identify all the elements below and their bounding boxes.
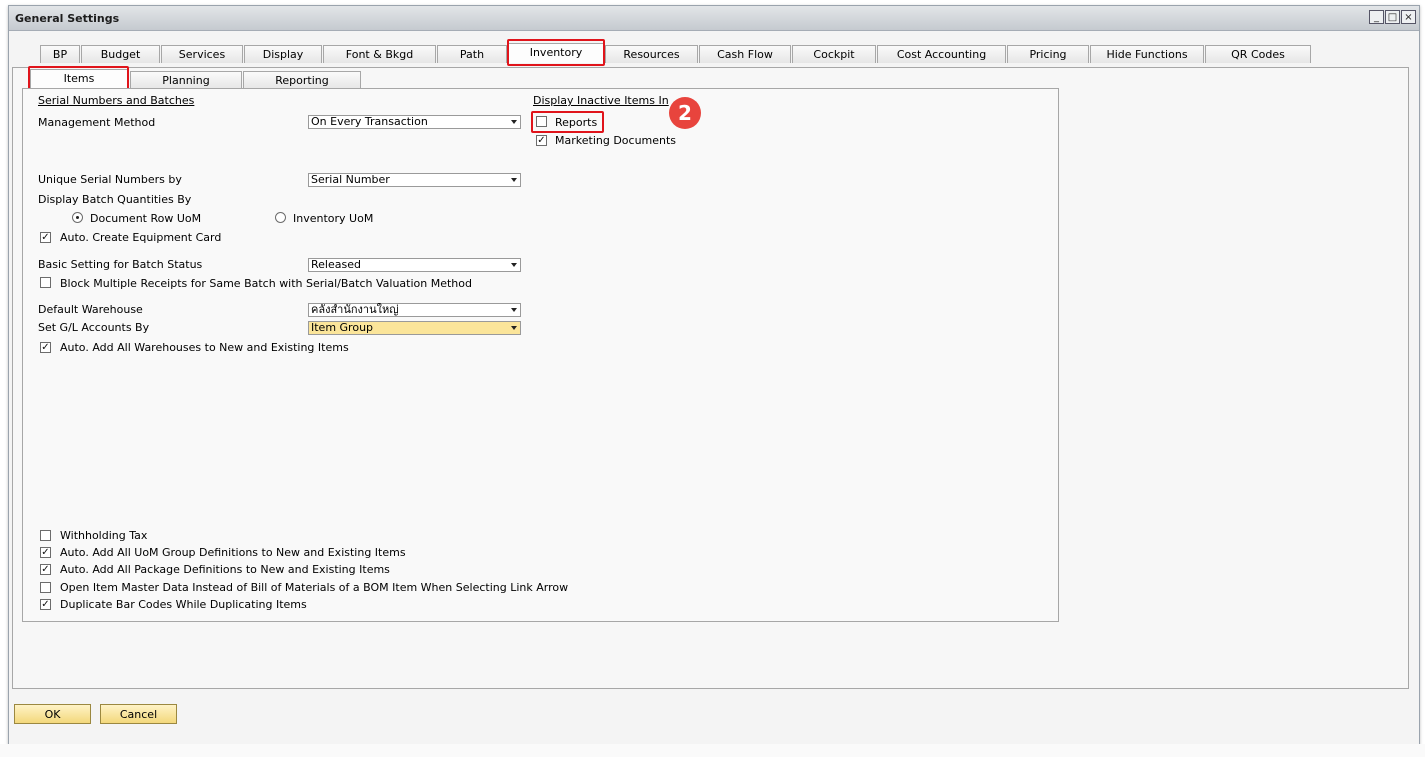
unique-serial-label: Unique Serial Numbers by <box>38 173 182 186</box>
default-warehouse-value: คลังสำนักงานใหญ่ <box>311 303 399 316</box>
tab-services[interactable]: Services <box>161 45 243 63</box>
unique-serial-select[interactable]: Serial Number <box>308 173 521 187</box>
minimize-icon[interactable]: _ <box>1369 10 1384 24</box>
tab-resources[interactable]: Resources <box>605 45 698 63</box>
ok-button[interactable]: OK <box>14 704 91 724</box>
gl-accounts-select[interactable]: Item Group <box>308 321 521 335</box>
section-display-inactive: Display Inactive Items In <box>533 94 669 107</box>
highlight-inventory-tab <box>507 39 605 66</box>
batch-status-label: Basic Setting for Batch Status <box>38 258 203 271</box>
batch-status-select[interactable]: Released <box>308 258 521 272</box>
checkbox-marketing-documents[interactable]: ✓ <box>536 135 547 146</box>
window-bottom-edge <box>0 744 1425 757</box>
auto-equipment-label: Auto. Create Equipment Card <box>60 231 222 244</box>
checkbox-block-receipts[interactable] <box>40 277 51 288</box>
management-method-label: Management Method <box>38 116 156 129</box>
checkbox-auto-equipment[interactable]: ✓ <box>40 232 51 243</box>
default-warehouse-select[interactable]: คลังสำนักงานใหญ่ <box>308 303 521 317</box>
tab-display[interactable]: Display <box>244 45 322 63</box>
tab-font-bkgd[interactable]: Font & Bkgd <box>323 45 436 63</box>
uom-group-label: Auto. Add All UoM Group Definitions to N… <box>60 546 406 559</box>
radio-inventory-uom[interactable] <box>275 212 286 223</box>
tab-pricing[interactable]: Pricing <box>1007 45 1089 63</box>
radio-document-row-uom-label: Document Row UoM <box>90 212 202 225</box>
window-title: General Settings <box>15 12 120 25</box>
chevron-down-icon <box>511 120 517 124</box>
cancel-button[interactable]: Cancel <box>100 704 177 724</box>
batch-quantities-label: Display Batch Quantities By <box>38 193 192 206</box>
checkbox-withholding-tax[interactable] <box>40 530 51 541</box>
title-bar: General Settings _ □ × <box>9 6 1419 31</box>
checkbox-open-item-master[interactable] <box>40 582 51 593</box>
checkbox-auto-warehouses[interactable]: ✓ <box>40 342 51 353</box>
chevron-down-icon <box>511 178 517 182</box>
duplicate-barcodes-label: Duplicate Bar Codes While Duplicating It… <box>60 598 307 611</box>
checkbox-duplicate-barcodes[interactable]: ✓ <box>40 599 51 610</box>
auto-warehouses-label: Auto. Add All Warehouses to New and Exis… <box>60 341 349 354</box>
gl-accounts-label: Set G/L Accounts By <box>38 321 150 334</box>
close-icon[interactable]: × <box>1401 10 1416 24</box>
open-item-master-label: Open Item Master Data Instead of Bill of… <box>60 581 569 594</box>
unique-serial-value: Serial Number <box>311 173 390 186</box>
package-definitions-label: Auto. Add All Package Definitions to New… <box>60 563 390 576</box>
batch-status-value: Released <box>311 258 361 271</box>
radio-inventory-uom-label: Inventory UoM <box>293 212 374 225</box>
tab-bp[interactable]: BP <box>40 45 80 63</box>
radio-document-row-uom[interactable] <box>72 212 83 223</box>
tab-reporting[interactable]: Reporting <box>243 71 361 89</box>
radio-dot-icon <box>76 216 79 219</box>
tab-hide-functions[interactable]: Hide Functions <box>1090 45 1204 63</box>
maximize-icon[interactable]: □ <box>1385 10 1400 24</box>
tab-budget[interactable]: Budget <box>81 45 160 63</box>
tab-cockpit[interactable]: Cockpit <box>792 45 876 63</box>
block-receipts-label: Block Multiple Receipts for Same Batch w… <box>60 277 472 290</box>
tab-qr-codes[interactable]: QR Codes <box>1205 45 1311 63</box>
withholding-tax-label: Withholding Tax <box>60 529 148 542</box>
tab-path[interactable]: Path <box>437 45 507 63</box>
management-method-select[interactable]: On Every Transaction <box>308 115 521 129</box>
section-serial-batches: Serial Numbers and Batches <box>38 94 195 107</box>
chevron-down-icon <box>511 326 517 330</box>
window-controls: _ □ × <box>1369 10 1416 24</box>
chevron-down-icon <box>511 308 517 312</box>
highlight-reports <box>531 111 604 133</box>
tab-planning[interactable]: Planning <box>130 71 242 89</box>
default-warehouse-label: Default Warehouse <box>38 303 143 316</box>
step-badge: 2 <box>669 97 701 129</box>
checkbox-package-definitions[interactable]: ✓ <box>40 564 51 575</box>
marketing-documents-label: Marketing Documents <box>555 134 677 147</box>
tab-cash-flow[interactable]: Cash Flow <box>699 45 791 63</box>
items-panel <box>22 88 1059 622</box>
tab-cost-accounting[interactable]: Cost Accounting <box>877 45 1006 63</box>
management-method-value: On Every Transaction <box>311 115 428 128</box>
checkbox-uom-group[interactable]: ✓ <box>40 547 51 558</box>
gl-accounts-value: Item Group <box>311 321 374 334</box>
chevron-down-icon <box>511 263 517 267</box>
